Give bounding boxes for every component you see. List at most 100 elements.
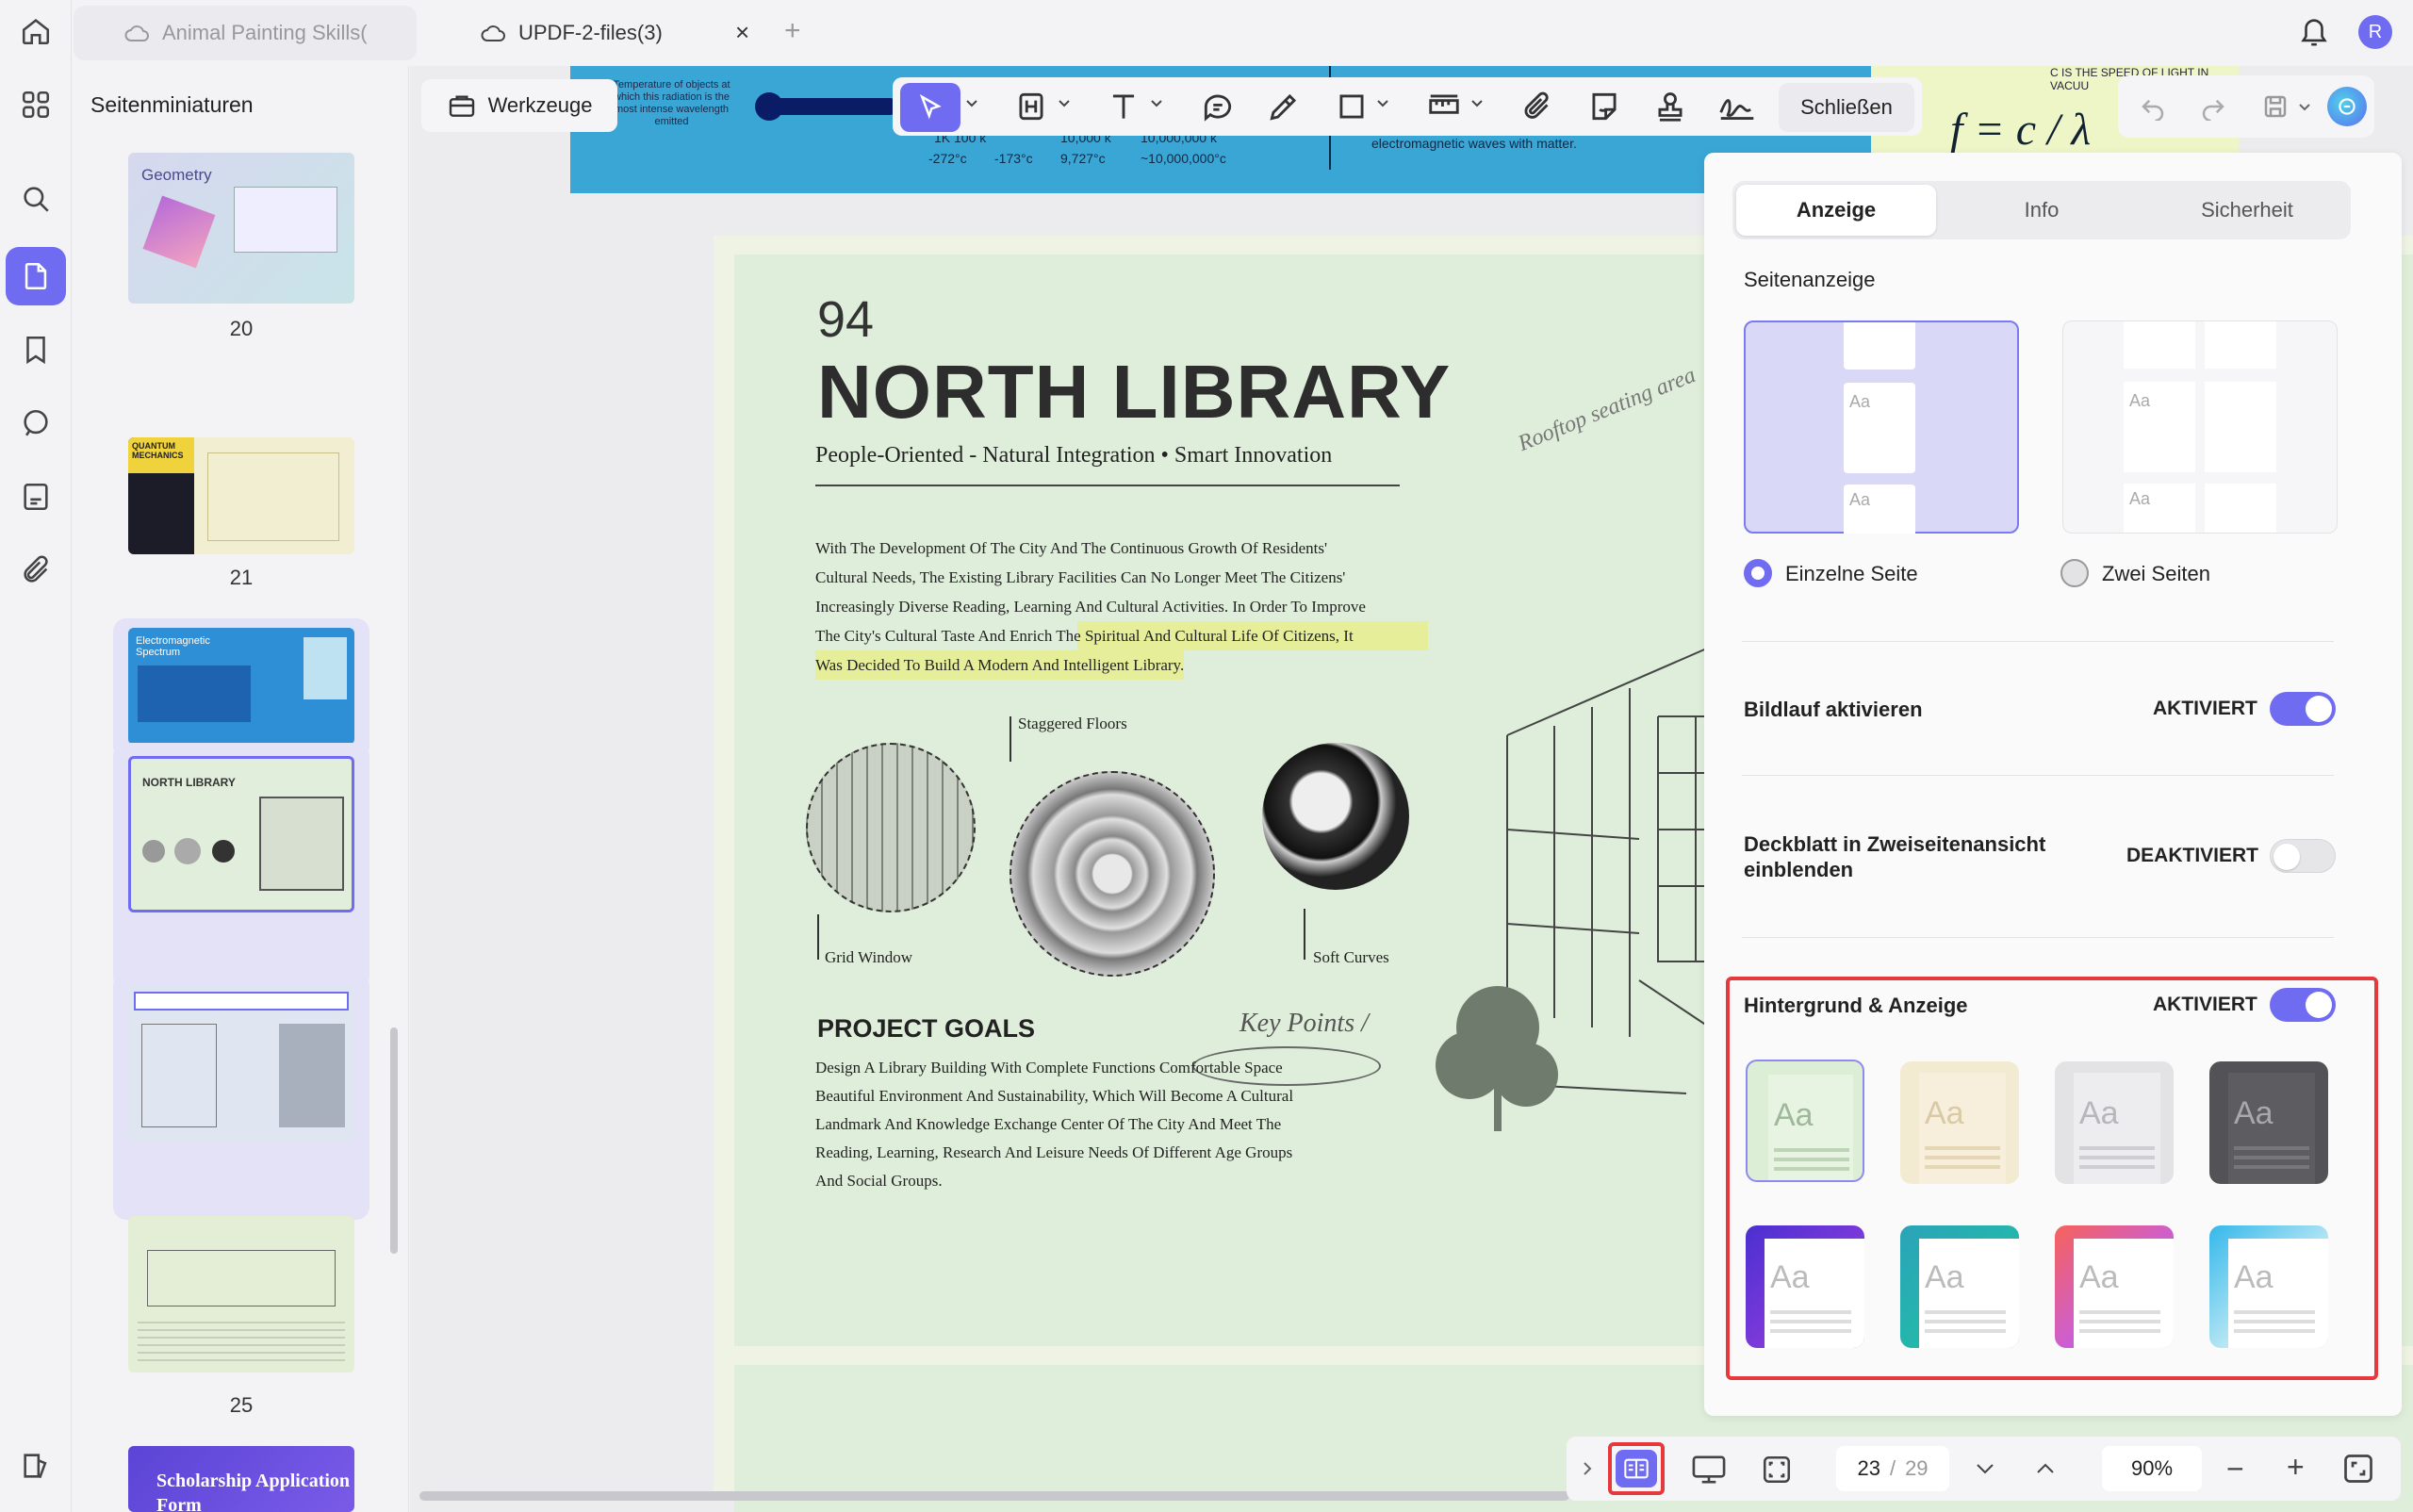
chevron-down-icon[interactable]: [1375, 96, 1390, 111]
next-page-icon[interactable]: [1974, 1459, 1996, 1478]
thumbnail-page-23[interactable]: NORTH LIBRARY 23: [113, 743, 369, 1019]
tab-updf-files[interactable]: UPDF-2-files(3) ×: [426, 6, 769, 60]
text-tool-icon[interactable]: [1106, 89, 1141, 124]
toolbar: Werkzeuge Schließen: [421, 72, 2374, 140]
swatch-cream[interactable]: Aa: [1900, 1061, 2019, 1184]
ai-assistant-icon[interactable]: [2327, 87, 2367, 126]
tab-sicherheit[interactable]: Sicherheit: [2147, 185, 2347, 236]
thumbnail-page-20[interactable]: Geometry 20: [113, 149, 369, 394]
sidebar-scrollbar[interactable]: [390, 1027, 398, 1254]
cover-toggle[interactable]: [2270, 839, 2336, 873]
pen-tool-icon[interactable]: [1266, 89, 1302, 124]
zoom-out-icon[interactable]: −: [2226, 1452, 2244, 1487]
page-number-text: 94: [817, 291, 875, 348]
book-view-icon: [1624, 1458, 1649, 1479]
fit-page-icon[interactable]: [1761, 1454, 1793, 1486]
scroll-state: AKTIVIERT: [2153, 698, 2257, 719]
form-icon[interactable]: [6, 468, 66, 526]
undo-icon[interactable]: [2139, 92, 2167, 121]
zoom-level[interactable]: 90%: [2102, 1446, 2202, 1491]
cloud-icon: [481, 25, 505, 41]
display-settings-button[interactable]: [1616, 1450, 1657, 1487]
close-tools-button[interactable]: Schließen: [1779, 83, 1914, 132]
document-properties-panel: Anzeige Info Sicherheit Seitenanzeige Aa…: [1704, 153, 2402, 1416]
chevron-down-icon[interactable]: [964, 96, 979, 111]
search-icon[interactable]: [6, 170, 66, 228]
grid-apps-icon[interactable]: [6, 75, 66, 134]
swatch-green[interactable]: Aa: [1746, 1060, 1864, 1182]
two-pages-radio[interactable]: [2060, 559, 2089, 587]
attachment-icon[interactable]: [6, 541, 66, 600]
soft-curves-image: [1262, 743, 1409, 890]
scroll-label: Bildlauf aktivieren: [1744, 698, 1923, 721]
swatch-pink-gradient[interactable]: Aa: [2055, 1225, 2174, 1348]
page-number-label: 20: [229, 317, 254, 340]
single-page-layout-preview[interactable]: Aa Aa: [1744, 320, 2019, 534]
chevron-down-icon[interactable]: [2297, 100, 2312, 115]
single-page-label: Einzelne Seite: [1785, 562, 1918, 585]
new-tab-icon[interactable]: +: [784, 15, 801, 47]
close-tab-icon[interactable]: ×: [735, 18, 749, 47]
highlight-tool-icon[interactable]: [1013, 89, 1049, 124]
sticker-tool-icon[interactable]: [1586, 89, 1622, 124]
tab-info[interactable]: Info: [1942, 185, 2142, 236]
fullscreen-icon[interactable]: [2341, 1452, 2375, 1486]
swatch-light-gray[interactable]: Aa: [2055, 1061, 2174, 1184]
annotation-toolbar: Schließen: [893, 77, 1922, 136]
page-indicator[interactable]: 23 / 29: [1836, 1446, 1949, 1491]
project-goals-paragraph: Design A Library Building With Complete …: [815, 1059, 1294, 1190]
swatch-teal-gradient[interactable]: Aa: [1900, 1225, 2019, 1348]
slider-handle: [755, 92, 783, 121]
swatch-sky-gradient[interactable]: Aa: [2209, 1225, 2328, 1348]
cloud-icon: [124, 25, 149, 41]
thumbnail-page-22[interactable]: Electromagnetic Spectrum 22: [113, 552, 369, 787]
total-pages: 29: [1905, 1456, 1929, 1480]
thumbnail-page-24[interactable]: 24: [113, 973, 369, 1249]
thumbnail-page-25[interactable]: 25: [113, 1208, 369, 1444]
layers-icon[interactable]: [6, 1437, 66, 1495]
document-subtitle: People-Oriented - Natural Integration • …: [815, 443, 1333, 468]
signature-tool-icon[interactable]: [1716, 89, 1758, 124]
page-thumbnails-icon[interactable]: [6, 247, 66, 305]
swatch-dark-gray[interactable]: Aa: [2209, 1061, 2328, 1184]
label-grid-window: Grid Window: [825, 948, 912, 966]
background-display-toggle[interactable]: [2270, 988, 2336, 1022]
thumbnail-page-26[interactable]: Scholarship Application Form: [113, 1446, 369, 1512]
swatch-purple-gradient[interactable]: Aa: [1746, 1225, 1864, 1348]
comment-tool-icon[interactable]: [1200, 89, 1236, 124]
horizontal-scrollbar[interactable]: [419, 1491, 1569, 1501]
tab-label: Animal Painting Skills(: [162, 21, 368, 44]
measure-tool-icon[interactable]: [1426, 89, 1462, 124]
label-soft-curves: Soft Curves: [1313, 948, 1389, 966]
left-rail: [0, 0, 72, 1512]
tab-animal-painting[interactable]: Animal Painting Skills(: [74, 6, 417, 60]
history-toolbar: [2118, 75, 2374, 138]
tab-anzeige[interactable]: Anzeige: [1736, 185, 1936, 236]
stamp-tool-icon[interactable]: [1652, 89, 1688, 124]
chevron-down-icon[interactable]: [1149, 96, 1164, 111]
presentation-icon[interactable]: [1691, 1454, 1727, 1486]
user-avatar[interactable]: R: [2358, 15, 2392, 49]
notification-bell-icon[interactable]: [2298, 13, 2330, 49]
comment-icon[interactable]: [6, 394, 66, 452]
single-page-radio[interactable]: [1744, 559, 1772, 587]
current-page: 23: [1857, 1456, 1880, 1480]
bookmark-icon[interactable]: [6, 320, 66, 379]
tools-button[interactable]: Werkzeuge: [421, 79, 617, 132]
previous-page-icon[interactable]: [2034, 1459, 2057, 1478]
staggered-floors-image: [1010, 771, 1215, 977]
cover-label: Deckblatt in Zweiseitenansicht einblende…: [1744, 832, 2046, 881]
select-tool-button[interactable]: [900, 83, 960, 132]
zoom-in-icon[interactable]: +: [2287, 1450, 2305, 1485]
chevron-down-icon[interactable]: [1469, 96, 1485, 111]
bottom-navigation-bar: 23 / 29 90% − +: [1567, 1437, 2401, 1501]
two-page-layout-preview[interactable]: Aa Aa: [2062, 320, 2338, 534]
chevron-down-icon[interactable]: [1057, 96, 1072, 111]
redo-icon[interactable]: [2199, 92, 2227, 121]
home-icon[interactable]: [6, 2, 66, 60]
attachment-tool-icon[interactable]: [1520, 89, 1556, 124]
scroll-toggle[interactable]: [2270, 692, 2336, 726]
shape-tool-icon[interactable]: [1334, 89, 1370, 124]
save-icon[interactable]: [2261, 92, 2290, 121]
chevron-right-icon[interactable]: [1580, 1459, 1595, 1478]
